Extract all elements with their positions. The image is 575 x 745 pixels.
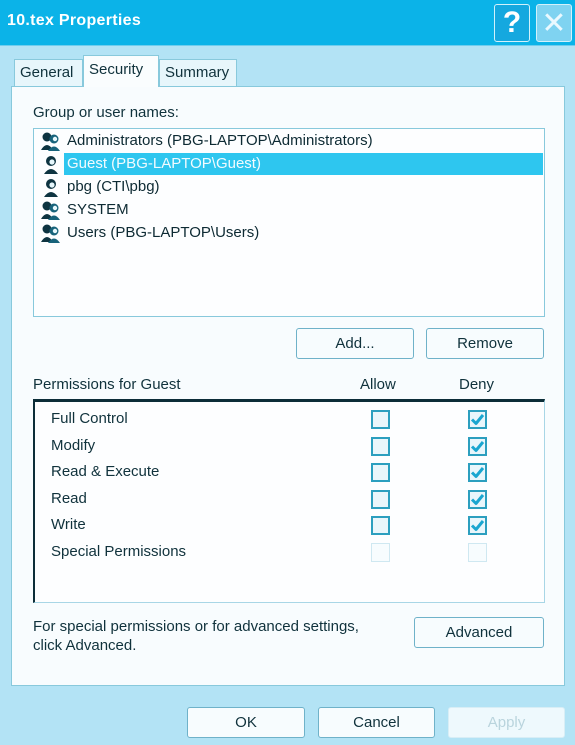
close-button[interactable]: ✕: [536, 4, 572, 42]
user-name: Guest (PBG-LAPTOP\Guest): [64, 153, 543, 175]
checkmark-icon: [470, 520, 485, 531]
permission-row: Modify: [35, 435, 545, 457]
group-or-user-names-label: Group or user names:: [33, 104, 179, 121]
group-users-icon: [41, 201, 60, 220]
apply-button[interactable]: Apply: [448, 707, 565, 738]
cancel-button[interactable]: Cancel: [318, 707, 435, 738]
deny-checkbox[interactable]: [468, 436, 487, 456]
deny-column-header: Deny: [459, 376, 495, 393]
user-icon: [44, 179, 58, 197]
checkmark-icon: [470, 493, 485, 505]
permission-name: Write: [51, 516, 86, 533]
advanced-button[interactable]: Advanced: [414, 617, 544, 648]
permission-row: Full Control: [35, 408, 545, 430]
permission-name: Read & Execute: [51, 463, 160, 480]
allow-checkbox[interactable]: [371, 410, 390, 429]
deny-checkbox: [468, 542, 487, 562]
remove-button[interactable]: Remove: [426, 328, 544, 359]
deny-checkbox[interactable]: [468, 516, 487, 535]
tab-security[interactable]: Security: [83, 55, 159, 87]
user-list-item[interactable]: pbg (CTI\pbg): [40, 176, 543, 198]
deny-checkbox[interactable]: [468, 463, 487, 482]
advanced-hint-line1: For special permissions or for advanced …: [33, 618, 359, 635]
add-button[interactable]: Add...: [296, 328, 414, 359]
ok-button[interactable]: OK: [187, 707, 305, 738]
user-name: pbg (CTI\pbg): [67, 178, 160, 195]
user-name: SYSTEM: [67, 201, 129, 218]
permissions-list: Full Control Modify Read & Execute Read Writ…: [33, 399, 545, 603]
user-name: Administrators (PBG-LAPTOP\Administrator…: [67, 132, 373, 149]
user-icon: [44, 156, 58, 174]
permissions-for-label: Permissions for Guest: [33, 376, 181, 393]
group-users-icon: [41, 132, 60, 151]
allow-column-header: Allow: [360, 376, 396, 393]
user-list[interactable]: Administrators (PBG-LAPTOP\Administrator…: [33, 128, 545, 317]
permission-name: Special Permissions: [51, 542, 187, 560]
window-title: 10.tex Properties: [7, 12, 142, 29]
title-bar[interactable]: 10.tex Properties ? ✕: [0, 0, 575, 46]
checkmark-icon: [470, 467, 485, 478]
advanced-hint-line2: click Advanced.: [33, 637, 137, 654]
close-icon: ✕: [541, 6, 567, 40]
permission-row: Read: [35, 488, 545, 510]
deny-checkbox[interactable]: [468, 410, 487, 429]
user-list-item[interactable]: Administrators (PBG-LAPTOP\Administrator…: [40, 130, 543, 152]
permission-row: Write: [35, 514, 545, 536]
tab-summary[interactable]: Summary: [159, 59, 237, 86]
tab-general[interactable]: General: [14, 59, 83, 86]
help-button[interactable]: ?: [494, 4, 530, 42]
user-list-item[interactable]: Users (PBG-LAPTOP\Users): [40, 222, 543, 244]
permission-row: Read & Execute: [35, 461, 545, 483]
allow-checkbox[interactable]: [371, 463, 390, 482]
user-list-item[interactable]: SYSTEM: [40, 199, 543, 221]
checkmark-icon: [470, 414, 485, 425]
permission-row: Special Permissions: [35, 541, 545, 563]
group-users-icon: [41, 224, 60, 243]
permission-name: Modify: [51, 436, 96, 454]
deny-checkbox[interactable]: [468, 489, 487, 509]
help-icon: ?: [502, 6, 522, 39]
allow-checkbox[interactable]: [371, 489, 390, 509]
permission-name: Full Control: [51, 410, 128, 427]
permission-name: Read: [51, 489, 87, 507]
user-name: Users (PBG-LAPTOP\Users): [67, 224, 260, 241]
user-list-item-selected[interactable]: Guest (PBG-LAPTOP\Guest): [40, 153, 543, 175]
allow-checkbox[interactable]: [371, 516, 390, 535]
checkmark-icon: [470, 440, 485, 452]
allow-checkbox: [371, 542, 390, 562]
allow-checkbox[interactable]: [371, 436, 390, 456]
